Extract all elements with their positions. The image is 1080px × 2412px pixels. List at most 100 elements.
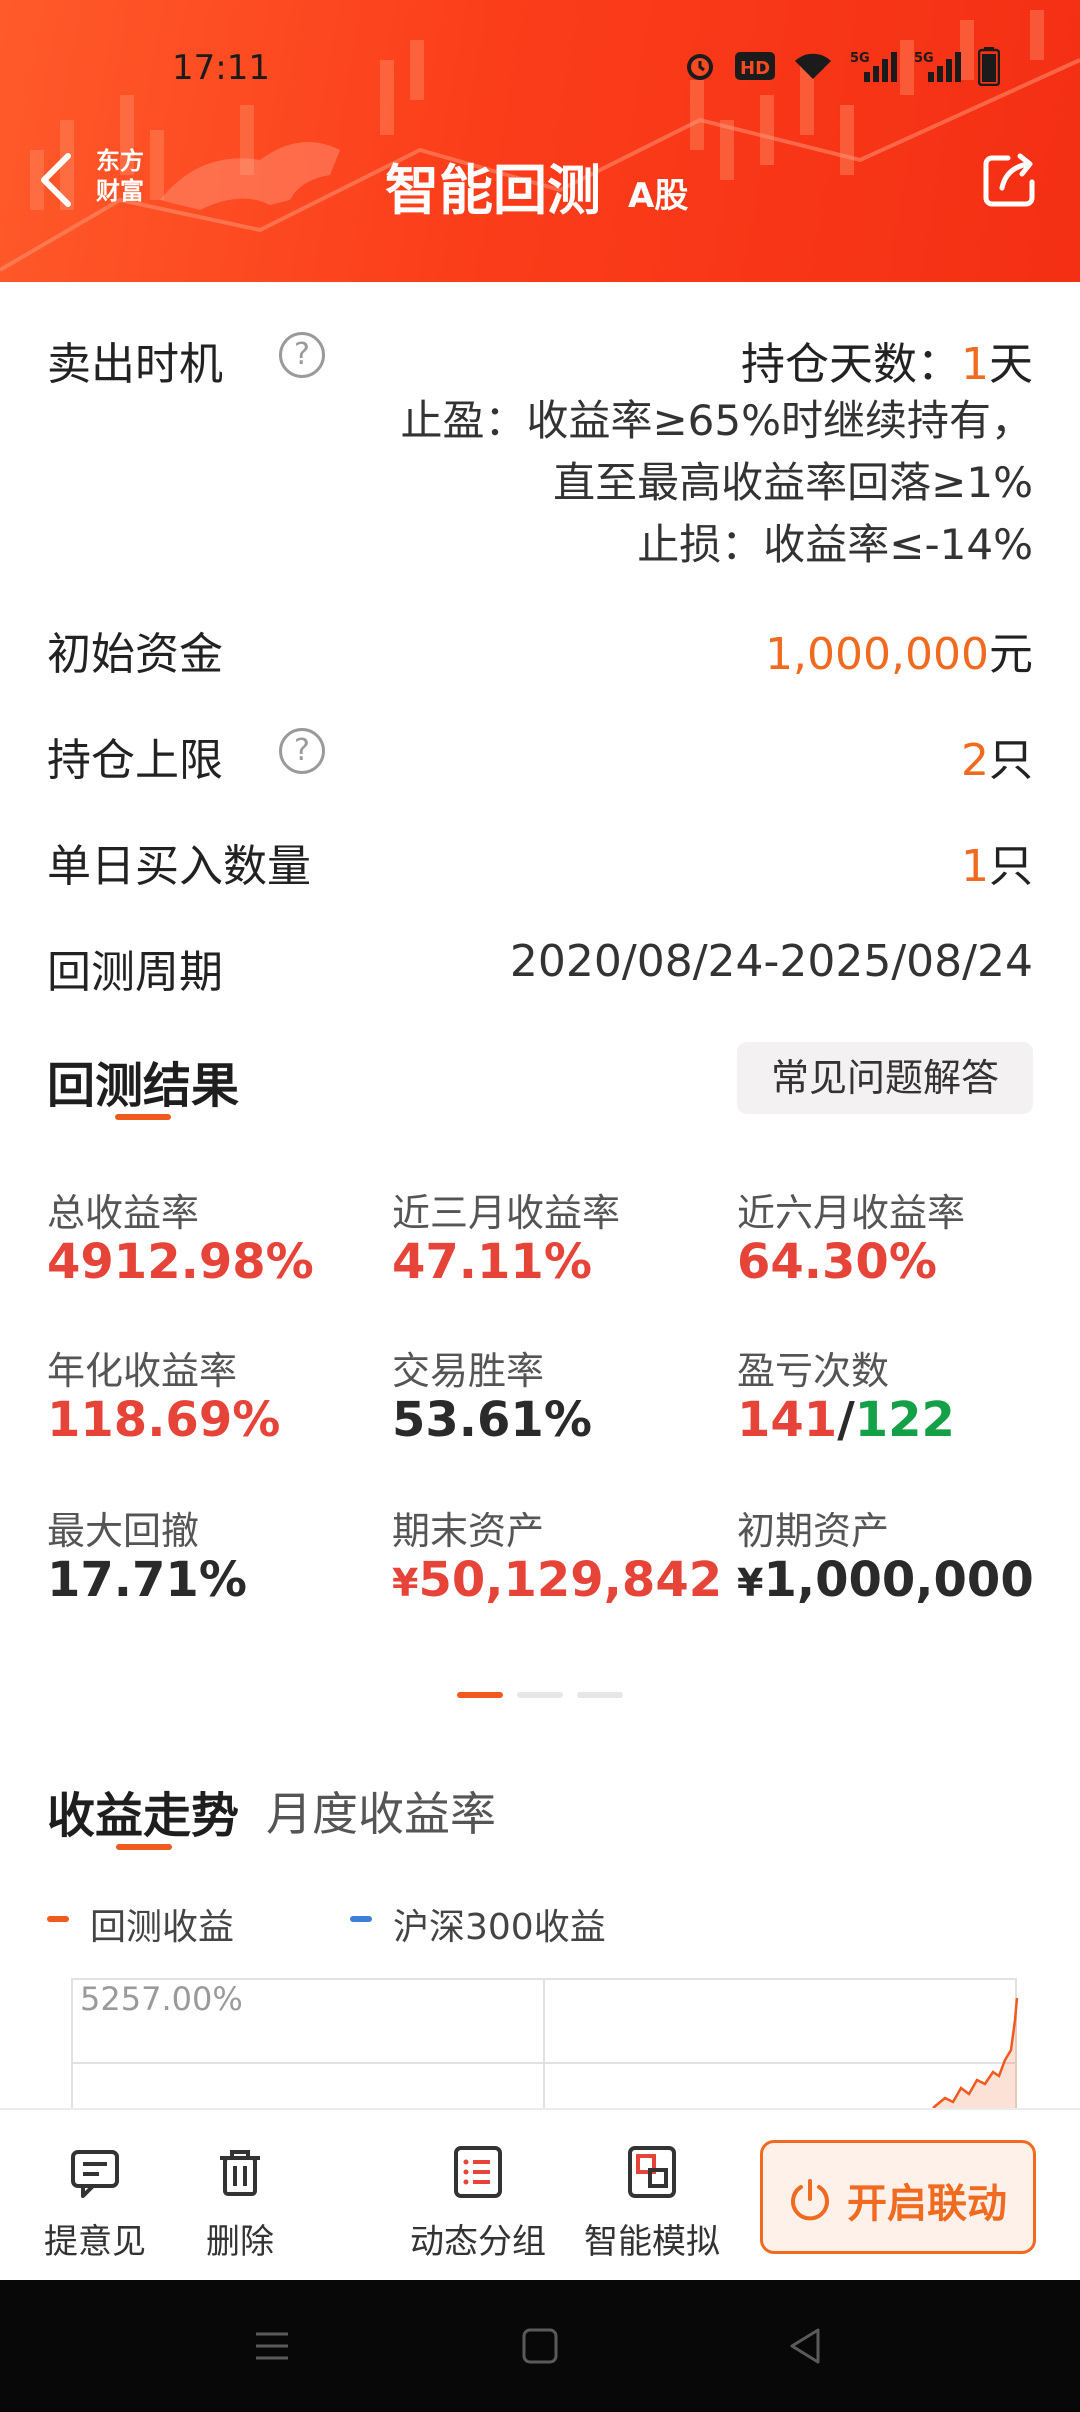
signal-icon-1: 5G (850, 46, 898, 86)
period-value: 2020/08/24-2025/08/24 (509, 936, 1033, 987)
initial-capital-value: 1,000,000 (765, 629, 989, 680)
share-button[interactable] (980, 150, 1040, 210)
svg-text:5G: 5G (850, 51, 870, 66)
smart-simulation-button[interactable]: 智能模拟 (572, 2110, 732, 2282)
page-dot-active[interactable] (457, 1692, 503, 1698)
final-assets-value: 50,129,842 (418, 1552, 723, 1608)
smart-simulation-label: 智能模拟 (584, 2222, 720, 2262)
max-drawdown-value: 17.71% (47, 1552, 247, 1608)
legend-swatch-backtest (47, 1916, 69, 1922)
sell-timing-row: 卖出时机 ? 持仓天数：1天 (47, 328, 1033, 390)
enable-link-label: 开启联动 (847, 2181, 1007, 2227)
alarm-icon (682, 46, 718, 86)
tab-underline (116, 1844, 172, 1850)
metric-label: 近三月收益率 (392, 1191, 621, 1235)
results-title: 回测结果 (47, 1058, 240, 1114)
holding-days-unit: 天 (989, 339, 1033, 390)
holding-days-value: 1 (961, 339, 989, 390)
svg-text:5G: 5G (914, 51, 934, 66)
page-indicator (457, 1692, 627, 1700)
legend-swatch-csi300 (350, 1916, 372, 1922)
page-dot[interactable] (517, 1692, 563, 1698)
system-back-button[interactable] (782, 2322, 830, 2370)
win-rate-value: 53.61% (392, 1392, 592, 1448)
tab-return-trend[interactable]: 收益走势 (47, 1776, 239, 1846)
position-limit-value: 2 (961, 735, 989, 786)
annualized-return-value: 118.69% (47, 1392, 281, 1448)
results-title-underline (115, 1114, 171, 1120)
metric-label: 总收益率 (47, 1191, 200, 1235)
legend-backtest: 回测收益 (90, 1907, 235, 1948)
brand-logo: 东方 财富 (96, 146, 160, 212)
daily-buy-value: 1 (961, 841, 989, 892)
legend-csi300: 沪深300收益 (393, 1907, 606, 1948)
chart-y-max-label: 5257.00% (80, 1980, 243, 2018)
metric-label: 最大回撤 (47, 1509, 200, 1553)
brand-logo-line1: 东方 (96, 147, 144, 175)
holding-days-label: 持仓天数： (741, 339, 961, 390)
chevron-left-icon (41, 153, 71, 207)
initial-assets-value: 1,000,000 (763, 1552, 1034, 1608)
total-return-value: 4912.98% (47, 1234, 314, 1290)
win-loss-count: 141/122 (737, 1392, 955, 1448)
dynamic-group-button[interactable]: 动态分组 (398, 2110, 558, 2282)
metric-label: 初期资产 (737, 1509, 890, 1553)
final-assets: ¥50,129,842 (392, 1552, 722, 1608)
signal-icon-2: 5G (914, 46, 962, 86)
feedback-label: 提意见 (44, 2222, 146, 2262)
page-dot[interactable] (577, 1692, 623, 1698)
share-icon (983, 153, 1035, 207)
enable-link-button[interactable]: 开启联动 (760, 2140, 1036, 2254)
metric-label: 交易胜率 (392, 1349, 545, 1393)
position-limit-unit: 只 (989, 735, 1033, 786)
triangle-back-icon (790, 2328, 820, 2364)
win-loss-separator: / (837, 1392, 855, 1448)
period-row: 回测周期 2020/08/24-2025/08/24 (47, 936, 1033, 998)
back-button[interactable] (34, 150, 78, 210)
delete-button[interactable]: 删除 (180, 2110, 300, 2282)
svg-text:HD: HD (740, 58, 770, 79)
position-limit-label: 持仓上限 (47, 735, 223, 786)
faq-button[interactable]: 常见问题解答 (737, 1042, 1033, 1114)
daily-buy-row: 单日买入数量 1只 (47, 830, 1033, 892)
position-limit-row: 持仓上限 ? 2只 (47, 724, 1033, 786)
battery-icon (978, 46, 1000, 86)
win-count: 141 (737, 1392, 838, 1448)
initial-capital-row: 初始资金 1,000,000元 (47, 618, 1033, 680)
help-icon[interactable]: ? (279, 332, 325, 378)
stop-loss-line: 止损：收益率≤-14% (637, 520, 1033, 569)
brand-logo-line2: 财富 (96, 177, 144, 205)
metric-label: 盈亏次数 (737, 1349, 890, 1393)
trash-icon (220, 2150, 260, 2196)
status-time: 17:11 (172, 48, 270, 88)
initial-assets: ¥1,000,000 (737, 1552, 1034, 1608)
daily-buy-label: 单日买入数量 (47, 841, 311, 892)
six-month-return-value: 64.30% (737, 1234, 937, 1290)
loss-count: 122 (854, 1392, 955, 1448)
feedback-button[interactable]: 提意见 (20, 2110, 170, 2282)
wifi-icon (792, 46, 834, 86)
home-button[interactable] (516, 2322, 564, 2370)
market-tag: A股 (628, 176, 689, 216)
status-icons: HD 5G 5G (682, 46, 1000, 86)
holding-days: 持仓天数：1天 (741, 328, 1033, 392)
position-limit: 2只 (961, 724, 1033, 788)
currency-symbol: ¥ (392, 1561, 419, 1605)
initial-capital: 1,000,000元 (765, 618, 1033, 682)
initial-capital-unit: 元 (989, 629, 1033, 680)
page-title: 智能回测 (385, 159, 601, 222)
hd-icon: HD (734, 46, 776, 86)
status-bar: 17:11 HD 5G 5G (0, 40, 1080, 100)
system-navigation-bar (0, 2280, 1080, 2412)
bottom-toolbar: 提意见 删除 动态分组 智能模拟 开启联动 (0, 2108, 1080, 2280)
tab-monthly-return[interactable]: 月度收益率 (266, 1778, 496, 1844)
list-icon (454, 2146, 502, 2198)
daily-buy: 1只 (961, 830, 1033, 894)
app-header: 17:11 HD 5G 5G 东方 财富 智能回测 A股 (0, 0, 1080, 282)
menu-button[interactable] (248, 2322, 296, 2370)
help-icon[interactable]: ? (279, 728, 325, 774)
simulation-icon (628, 2146, 676, 2198)
sell-timing-label: 卖出时机 (47, 339, 223, 390)
metric-label: 年化收益率 (47, 1349, 238, 1393)
sell-rules: 止盈：收益率≥65%时继续持有， 直至最高收益率回落≥1% 止损：收益率≤-14… (400, 390, 1033, 576)
